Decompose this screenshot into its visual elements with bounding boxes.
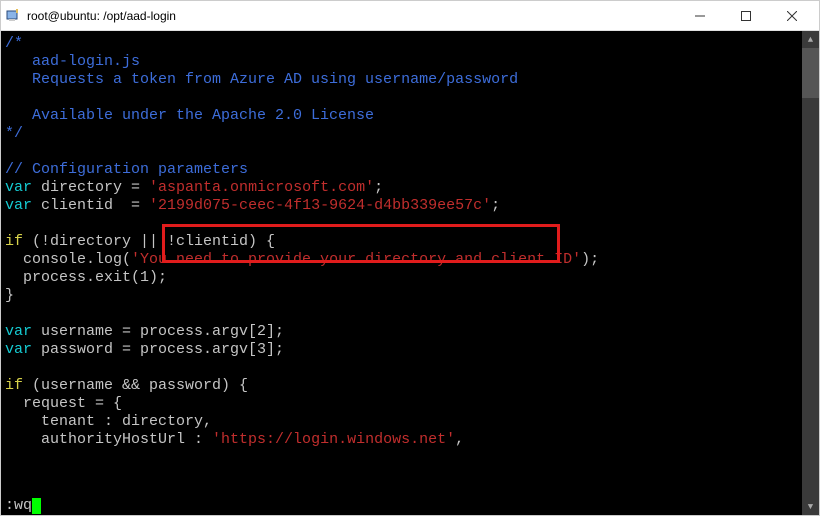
- code-text: directory =: [32, 179, 149, 196]
- code-text: (username && password) {: [23, 377, 248, 394]
- code-text: ;: [491, 197, 500, 214]
- string-literal: 'You need to provide your directory and …: [131, 251, 581, 268]
- terminal[interactable]: /* aad-login.js Requests a token from Az…: [1, 31, 819, 515]
- var-keyword: var: [5, 341, 32, 358]
- minimize-button[interactable]: [677, 1, 723, 31]
- scrollbar[interactable]: ▲ ▼: [802, 31, 819, 515]
- code-line: Requests a token from Azure AD using use…: [5, 71, 518, 88]
- close-button[interactable]: [769, 1, 815, 31]
- code-text: console.log(: [5, 251, 131, 268]
- if-keyword: if: [5, 377, 23, 394]
- code-text: request = {: [5, 395, 122, 412]
- string-literal: 'aspanta.onmicrosoft.com': [149, 179, 374, 196]
- code-text: process.exit(1);: [5, 269, 167, 286]
- code-text: (!directory || !clientid) {: [23, 233, 275, 250]
- code-line: /*: [5, 35, 23, 52]
- code-text: ;: [374, 179, 383, 196]
- string-literal: 'https://login.windows.net': [212, 431, 455, 448]
- code-line: aad-login.js: [5, 53, 140, 70]
- code-text: username = process.argv[2];: [32, 323, 284, 340]
- code-text: authorityHostUrl :: [5, 431, 212, 448]
- scroll-down-button[interactable]: ▼: [802, 498, 819, 515]
- scroll-track[interactable]: [802, 48, 819, 498]
- var-keyword: var: [5, 323, 32, 340]
- var-keyword: var: [5, 179, 32, 196]
- cursor: [32, 498, 41, 514]
- code-line: Available under the Apache 2.0 License: [5, 107, 374, 124]
- code-text: clientid =: [32, 197, 149, 214]
- titlebar: root@ubuntu: /opt/aad-login: [1, 1, 819, 31]
- code-text: );: [581, 251, 599, 268]
- putty-icon: [5, 8, 21, 24]
- window-title: root@ubuntu: /opt/aad-login: [27, 9, 677, 23]
- vim-command-line[interactable]: :wq: [5, 497, 41, 515]
- scroll-up-button[interactable]: ▲: [802, 31, 819, 48]
- putty-window: root@ubuntu: /opt/aad-login /* aad-login…: [0, 0, 820, 516]
- code-text: password = process.argv[3];: [32, 341, 284, 358]
- var-keyword: var: [5, 197, 32, 214]
- code-text: ,: [455, 431, 464, 448]
- if-keyword: if: [5, 233, 23, 250]
- code-line: */: [5, 125, 23, 142]
- string-literal: '2199d075-ceec-4f13-9624-d4bb339ee57c': [149, 197, 491, 214]
- window-controls: [677, 1, 815, 31]
- scroll-thumb[interactable]: [802, 48, 819, 98]
- maximize-button[interactable]: [723, 1, 769, 31]
- code-line: // Configuration parameters: [5, 161, 248, 178]
- code-text: tenant : directory,: [5, 413, 212, 430]
- code-text: }: [5, 287, 14, 304]
